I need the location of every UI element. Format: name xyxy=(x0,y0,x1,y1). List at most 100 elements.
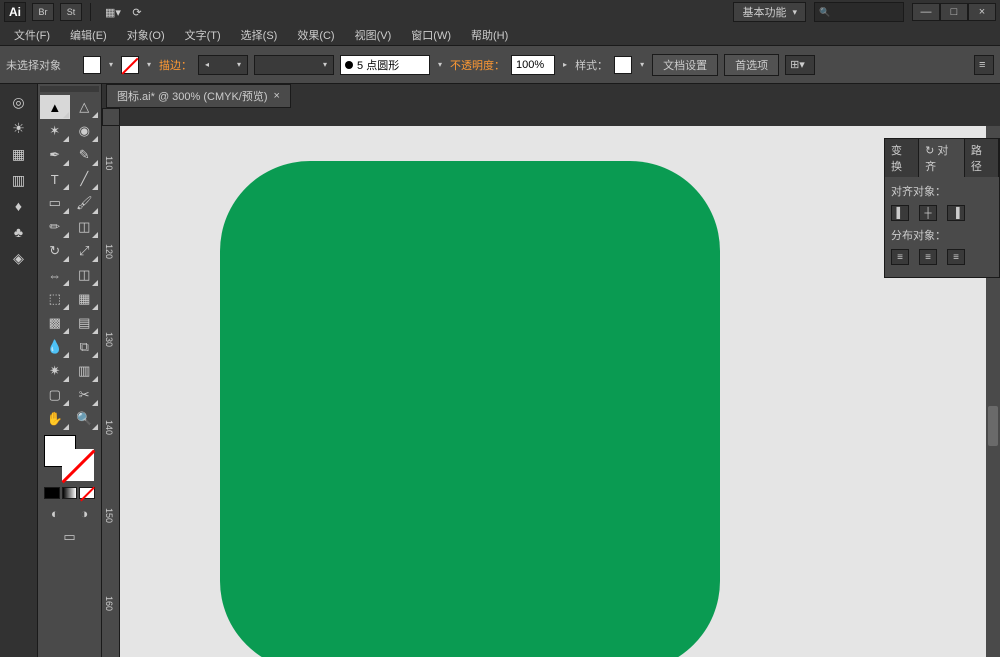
menu-select[interactable]: 选择(S) xyxy=(231,27,288,43)
canvas-wrap: 图标.ai* @ 300% (CMYK/预览) × 01020304050607… xyxy=(102,84,1000,657)
tool-rotate[interactable]: ↻ xyxy=(40,239,70,263)
ruler-row: 0102030405060708090100 xyxy=(102,108,1000,126)
align-right-button[interactable]: ▐ xyxy=(947,205,965,221)
tool-free-transform[interactable]: ◫ xyxy=(70,263,100,287)
fill-swatch[interactable] xyxy=(83,56,101,74)
tool-zoom[interactable]: 🔍 xyxy=(70,407,100,431)
tool-slice[interactable]: ✂ xyxy=(70,383,100,407)
ruler-v-tick: 110 xyxy=(104,156,114,170)
tool-symbol-spray[interactable]: ✷ xyxy=(40,359,70,383)
dock-icon-6[interactable]: ◈ xyxy=(4,246,34,270)
preferences-button[interactable]: 首选项 xyxy=(724,54,779,76)
tab-transform[interactable]: 变换 xyxy=(885,139,919,177)
document-tab[interactable]: 图标.ai* @ 300% (CMYK/预览) × xyxy=(106,84,291,108)
tool-add-anchor[interactable]: ✎ xyxy=(70,143,100,167)
tool-pencil[interactable]: ✏ xyxy=(40,215,70,239)
tool-magic-wand[interactable]: ✶ xyxy=(40,119,70,143)
workspace-dropdown[interactable]: 基本功能 xyxy=(733,2,806,22)
menu-help[interactable]: 帮助(H) xyxy=(461,27,518,43)
stroke-color-swatch[interactable] xyxy=(62,449,94,481)
dist-top-button[interactable]: ≡ xyxy=(891,249,909,265)
screen-mode-button[interactable]: ▭ xyxy=(40,525,99,549)
align-hcenter-button[interactable]: ┼ xyxy=(919,205,937,221)
sync-icon[interactable]: ⟳ xyxy=(127,3,147,21)
tool-eraser[interactable]: ◫ xyxy=(70,215,100,239)
tool-shape-builder[interactable]: ⬚ xyxy=(40,287,70,311)
dock-icon-4[interactable]: ♦ xyxy=(4,194,34,218)
menu-edit[interactable]: 编辑(E) xyxy=(60,27,117,43)
align-refresh-icon: ↻ xyxy=(925,145,937,157)
arrange-docs-icon[interactable]: ▦▾ xyxy=(103,3,123,21)
stroke-weight-dropdown[interactable]: ◂▾ xyxy=(198,55,248,75)
dock-icon-0[interactable]: ◎ xyxy=(4,90,34,114)
tool-hand[interactable]: ✋ xyxy=(40,407,70,431)
scrollbar-thumb[interactable] xyxy=(988,406,998,446)
tool-eyedropper[interactable]: 💧 xyxy=(40,335,70,359)
tool-artboard[interactable]: ▢ xyxy=(40,383,70,407)
menu-file[interactable]: 文件(F) xyxy=(4,27,60,43)
tool-scale[interactable]: ⤢ xyxy=(70,239,100,263)
draw-normal-button[interactable]: ◐ xyxy=(40,501,70,525)
brush-input[interactable]: 5 点圆形 xyxy=(340,55,430,75)
document-tab-title: 图标.ai* @ 300% (CMYK/预览) xyxy=(117,88,268,104)
tool-column-graph[interactable]: ▥ xyxy=(70,359,100,383)
tool-gradient[interactable]: ▤ xyxy=(70,311,100,335)
tool-mesh[interactable]: ▩ xyxy=(40,311,70,335)
stock-button[interactable]: St xyxy=(60,3,82,21)
tab-align[interactable]: ↻ 对齐 xyxy=(919,139,965,177)
tool-paintbrush[interactable]: 🖌 xyxy=(70,191,100,215)
bridge-button[interactable]: Br xyxy=(32,3,54,21)
style-swatch[interactable] xyxy=(614,56,632,74)
rounded-rect-shape[interactable] xyxy=(220,161,720,657)
close-button[interactable]: × xyxy=(968,3,996,21)
control-menu-icon[interactable]: ≡ xyxy=(974,55,994,75)
maximize-button[interactable]: □ xyxy=(940,3,968,21)
tool-type[interactable]: T xyxy=(40,167,70,191)
dock-icon-3[interactable]: ▥ xyxy=(4,168,34,192)
align-dropdown[interactable]: ⊞▾ xyxy=(785,55,815,75)
tool-perspective[interactable]: ▦ xyxy=(70,287,100,311)
search-input[interactable] xyxy=(814,2,904,22)
ruler-v-tick: 120 xyxy=(104,244,114,259)
fill-stroke-swatches[interactable] xyxy=(40,435,100,481)
menu-window[interactable]: 窗口(W) xyxy=(401,27,461,43)
brush-value: 5 点圆形 xyxy=(357,57,399,73)
tool-selection[interactable]: ▲ xyxy=(40,95,70,119)
workspace-label: 基本功能 xyxy=(742,4,786,20)
menu-effect[interactable]: 效果(C) xyxy=(287,27,344,43)
fill-chevron-icon[interactable]: ▾ xyxy=(109,60,113,69)
dock-icon-1[interactable]: ☀ xyxy=(4,116,34,140)
doc-setup-button[interactable]: 文档设置 xyxy=(652,54,718,76)
dock-icon-2[interactable]: ▦ xyxy=(4,142,34,166)
stroke-swatch[interactable] xyxy=(121,56,139,74)
minimize-button[interactable]: — xyxy=(912,3,940,21)
tab-pathfinder[interactable]: 路径 xyxy=(965,139,999,177)
menu-object[interactable]: 对象(O) xyxy=(117,27,175,43)
tool-pen[interactable]: ✒ xyxy=(40,143,70,167)
canvas[interactable] xyxy=(120,126,1000,657)
window-controls: — □ × xyxy=(912,3,996,21)
solid-color-button[interactable] xyxy=(44,487,60,499)
draw-behind-button[interactable]: ◑ xyxy=(70,501,100,525)
align-left-button[interactable]: ▌ xyxy=(891,205,909,221)
ruler-corner xyxy=(102,108,120,126)
tool-width[interactable]: ⇔ xyxy=(40,263,70,287)
none-color-button[interactable] xyxy=(79,487,95,499)
opacity-input[interactable]: 100% xyxy=(511,55,555,75)
gradient-button[interactable] xyxy=(62,487,78,499)
close-tab-icon[interactable]: × xyxy=(274,90,280,102)
tool-lasso[interactable]: ◉ xyxy=(70,119,100,143)
tool-line[interactable]: ╱ xyxy=(70,167,100,191)
stroke-profile-dropdown[interactable]: ▾ xyxy=(254,55,334,75)
tool-rectangle[interactable]: ▭ xyxy=(40,191,70,215)
dock-icon-5[interactable]: ♣ xyxy=(4,220,34,244)
vertical-ruler[interactable]: 110120130140150160 xyxy=(102,126,120,657)
dist-bottom-button[interactable]: ≡ xyxy=(947,249,965,265)
tool-direct-selection[interactable]: △ xyxy=(70,95,100,119)
menu-type[interactable]: 文字(T) xyxy=(175,27,231,43)
dist-vcenter-button[interactable]: ≡ xyxy=(919,249,937,265)
ruler-v-tick: 140 xyxy=(104,420,114,435)
tool-blend[interactable]: ⧉ xyxy=(70,335,100,359)
stroke-chevron-icon[interactable]: ▾ xyxy=(147,60,151,69)
menu-view[interactable]: 视图(V) xyxy=(345,27,402,43)
